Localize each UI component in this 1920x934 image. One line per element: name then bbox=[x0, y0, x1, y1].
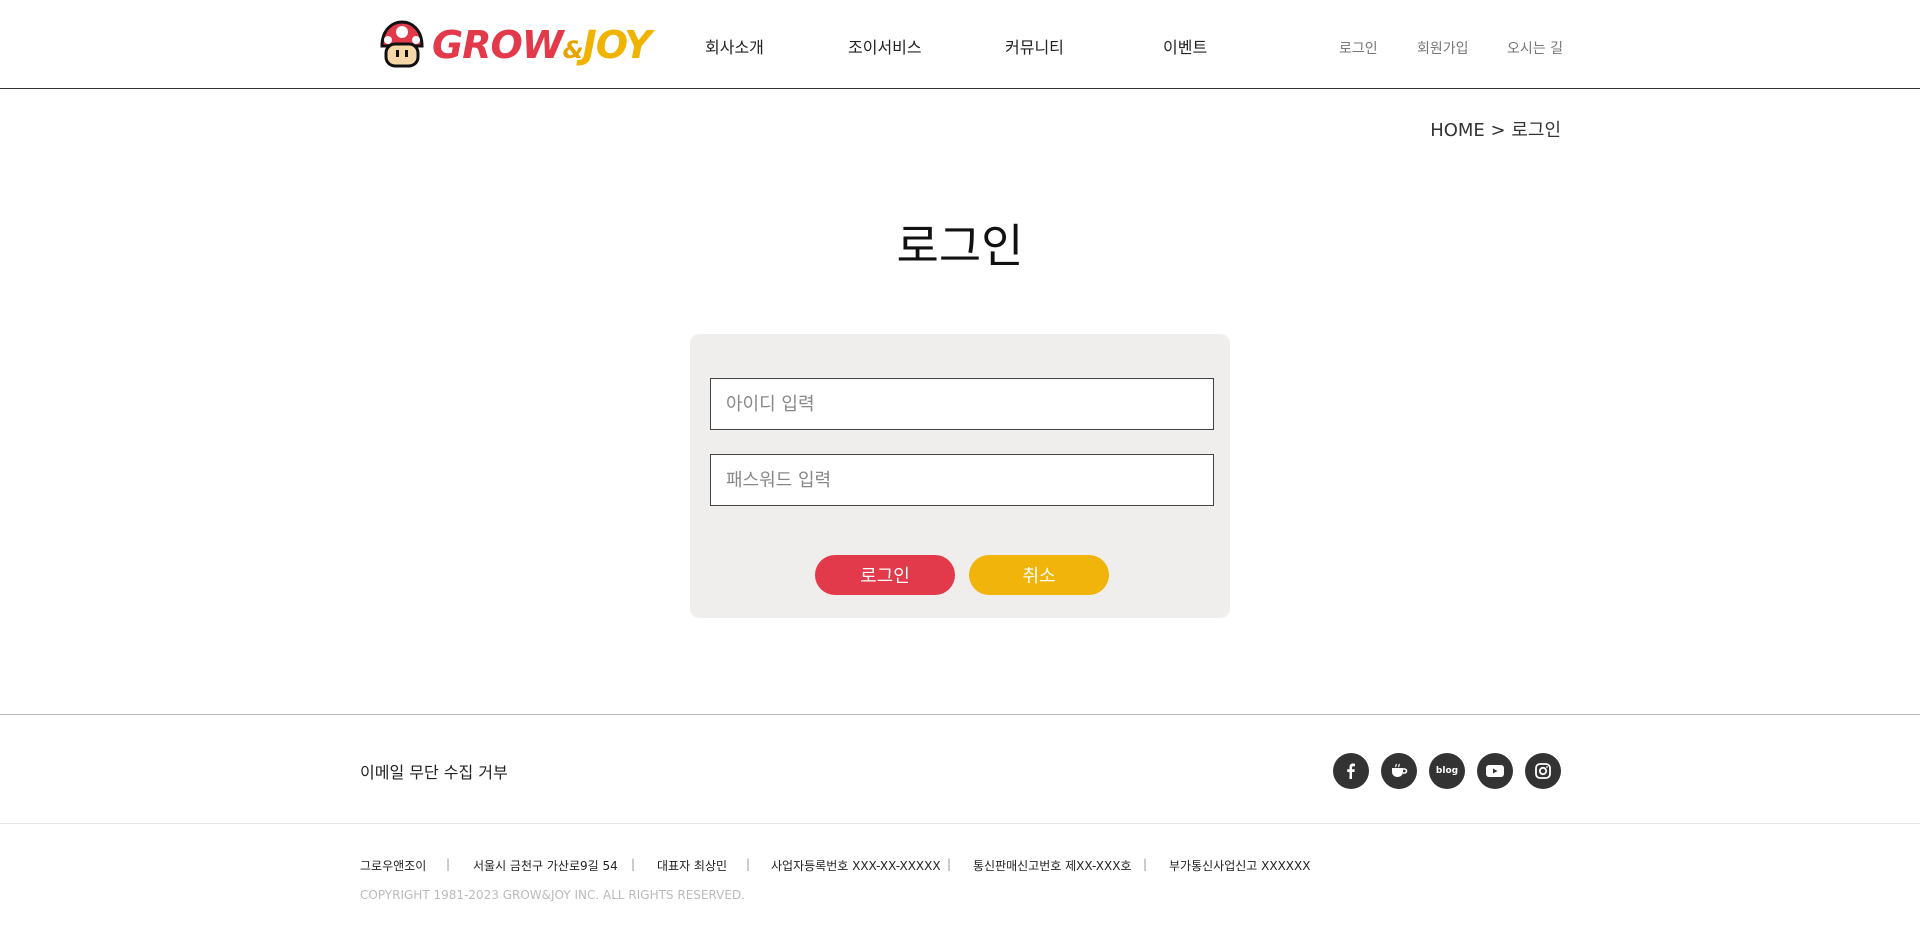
separator: | bbox=[446, 857, 451, 871]
cafe-icon[interactable] bbox=[1381, 753, 1417, 789]
footer-info-divider bbox=[0, 823, 1920, 824]
brand-wordmark: GROW&JOY bbox=[432, 23, 652, 67]
telecom-report-number: 부가통신사업신고 XXXXXX bbox=[1169, 859, 1311, 873]
business-reg-number: 사업자등록번호 XXX-XX-XXXXX bbox=[771, 859, 941, 873]
nav-item-community[interactable]: 커뮤니티 bbox=[1005, 34, 1064, 58]
page-title: 로그인 bbox=[896, 219, 1024, 273]
company-address: 서울시 금천구 가산로9길 54 bbox=[473, 859, 618, 873]
password-input[interactable] bbox=[710, 454, 1214, 506]
cancel-button[interactable]: 취소 bbox=[969, 555, 1109, 595]
util-login-link[interactable]: 로그인 bbox=[1339, 38, 1378, 58]
instagram-icon[interactable] bbox=[1525, 753, 1561, 789]
util-signup-link[interactable]: 회원가입 bbox=[1417, 38, 1469, 58]
footer-divider bbox=[0, 714, 1920, 715]
util-directions-link[interactable]: 오시는 길 bbox=[1507, 38, 1563, 58]
facebook-icon[interactable] bbox=[1333, 753, 1369, 789]
login-form: 로그인 취소 bbox=[690, 334, 1230, 618]
id-input[interactable] bbox=[710, 378, 1214, 430]
youtube-icon[interactable] bbox=[1477, 753, 1513, 789]
mushroom-logo-icon bbox=[380, 20, 424, 68]
copyright: COPYRIGHT 1981-2023 GROW&JOY INC. ALL RI… bbox=[360, 888, 745, 902]
breadcrumb: HOME > 로그인 bbox=[1430, 120, 1561, 141]
logo[interactable]: GROW&JOY bbox=[378, 18, 652, 72]
separator: | bbox=[746, 857, 751, 871]
separator: | bbox=[947, 857, 952, 871]
mail-order-number: 통신판매신고번호 제XX-XXX호 bbox=[973, 859, 1132, 873]
ceo-name: 대표자 최상민 bbox=[657, 859, 728, 873]
separator: | bbox=[631, 857, 636, 871]
email-policy-link[interactable]: 이메일 무단 수집 거부 bbox=[360, 759, 508, 783]
nav-item-joy-service[interactable]: 조이서비스 bbox=[848, 34, 922, 58]
login-button[interactable]: 로그인 bbox=[815, 555, 955, 595]
separator: | bbox=[1143, 857, 1148, 871]
blog-icon[interactable]: blog bbox=[1429, 753, 1465, 789]
company-name: 그로우앤조이 bbox=[360, 859, 427, 873]
site-header: GROW&JOY 회사소개 조이서비스 커뮤니티 이벤트 로그인 회원가입 오시… bbox=[0, 0, 1920, 89]
nav-item-event[interactable]: 이벤트 bbox=[1163, 34, 1207, 58]
nav-item-company[interactable]: 회사소개 bbox=[705, 34, 764, 58]
